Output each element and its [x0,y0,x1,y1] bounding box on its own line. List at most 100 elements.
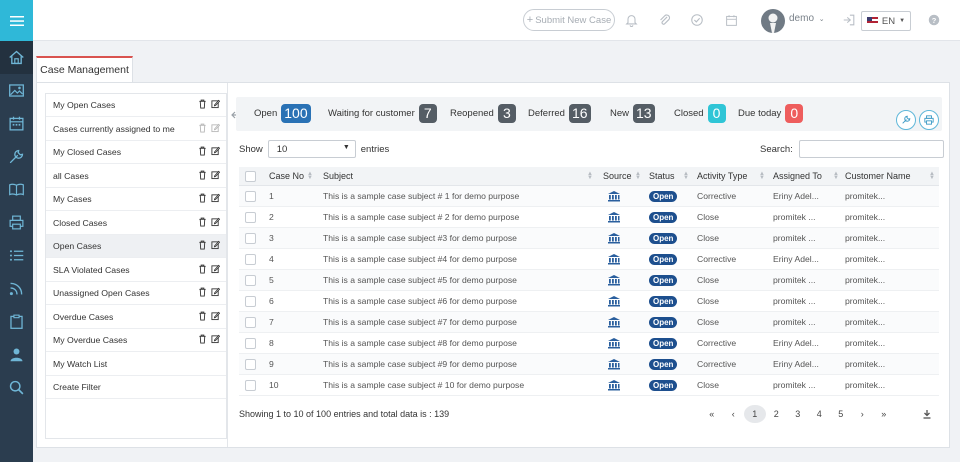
status-counter[interactable]: New 13 [610,103,655,123]
table-row[interactable]: 8 This is a sample case subject #8 for de… [239,333,939,354]
sort-icon[interactable]: ▲ ▼ [929,171,935,181]
table-row[interactable]: 5 This is a sample case subject #5 for de… [239,270,939,291]
attachments-button[interactable] [656,12,672,28]
page-button[interactable]: 3 [787,405,809,423]
filter-item[interactable]: Open Cases [46,235,226,258]
rail-rss-button[interactable] [0,272,33,305]
row-checkbox[interactable] [245,316,256,328]
print-button[interactable] [919,110,939,130]
sort-icon[interactable]: ▲ ▼ [307,171,313,181]
rail-print-button[interactable] [0,206,33,239]
row-checkbox[interactable] [245,211,256,223]
edit-icon[interactable] [211,123,220,133]
filter-item[interactable]: all Cases [46,165,226,188]
edit-icon[interactable] [211,240,220,250]
page-button[interactable]: 5 [830,405,852,423]
calendar-button[interactable] [723,12,739,28]
filter-item[interactable]: My Cases [46,188,226,211]
trash-icon[interactable] [198,193,207,203]
page-button[interactable]: 4 [809,405,831,423]
filter-item[interactable]: My Overdue Cases [46,329,226,352]
trash-icon[interactable] [198,240,207,250]
menu-toggle-button[interactable] [0,0,33,41]
column-header[interactable]: Subject [323,167,595,185]
rail-book-button[interactable] [0,173,33,206]
user-avatar[interactable] [761,9,785,33]
submit-new-case-button[interactable]: + Submit New Case [523,9,615,31]
column-header[interactable]: Activity Type [697,167,767,185]
table-row[interactable]: 2 This is a sample case subject # 2 for d… [239,207,939,228]
help-button[interactable]: ? [926,12,942,28]
column-header[interactable]: Assigned To [773,167,841,185]
language-select[interactable]: EN ▼ [861,11,911,31]
status-counter[interactable]: Waiting for customer 7 [328,103,437,123]
row-checkbox[interactable] [245,232,256,244]
user-menu[interactable]: demo ⌄ [789,13,825,24]
table-row[interactable]: 1 This is a sample case subject # 1 for d… [239,186,939,207]
table-row[interactable]: 3 This is a sample case subject #3 for de… [239,228,939,249]
settings-tool-button[interactable] [896,110,916,130]
edit-icon[interactable] [211,334,220,344]
tasks-button[interactable] [689,12,705,28]
status-counter[interactable]: Closed 0 [674,103,726,123]
edit-icon[interactable] [211,146,220,156]
table-row[interactable]: 6 This is a sample case subject #6 for de… [239,291,939,312]
edit-icon[interactable] [211,287,220,297]
sort-icon[interactable]: ▲ ▼ [587,171,593,181]
filter-item[interactable]: Create Filter [46,376,226,399]
status-counter[interactable]: Reopened 3 [450,103,516,123]
prev-page-button[interactable]: ‹ [723,405,745,423]
row-checkbox[interactable] [245,190,256,202]
column-header[interactable]: Customer Name [845,167,937,185]
sort-icon[interactable]: ▲ ▼ [635,171,641,181]
first-page-button[interactable]: « [701,405,723,423]
trash-icon[interactable] [198,217,207,227]
edit-icon[interactable] [211,217,220,227]
notifications-button[interactable] [623,12,639,28]
table-row[interactable]: 4 This is a sample case subject #4 for de… [239,249,939,270]
row-checkbox[interactable] [245,274,256,286]
tab-case-management[interactable]: Case Management [36,56,133,82]
filter-item[interactable]: Overdue Cases [46,306,226,329]
row-checkbox[interactable] [245,295,256,307]
rail-user-button[interactable] [0,338,33,371]
table-row[interactable]: 7 This is a sample case subject #7 for de… [239,312,939,333]
search-input[interactable] [798,140,944,158]
next-page-button[interactable]: › [852,405,874,423]
page-button[interactable]: 1 [744,405,766,423]
rail-wrench-button[interactable] [0,140,33,173]
trash-icon[interactable] [198,146,207,156]
select-all-checkbox[interactable] [245,170,256,182]
trash-icon[interactable] [198,334,207,344]
status-counter[interactable]: Open 100 [254,103,311,123]
filter-item[interactable]: Unassigned Open Cases [46,282,226,305]
rail-search-button[interactable] [0,371,33,404]
filter-item[interactable]: Closed Cases [46,212,226,235]
sort-icon[interactable]: ▲ ▼ [833,171,839,181]
edit-icon[interactable] [211,193,220,203]
trash-icon[interactable] [198,287,207,297]
status-counter[interactable]: Deferred 16 [528,103,591,123]
status-counter[interactable]: Due today 0 [738,103,804,123]
row-checkbox[interactable] [245,358,256,370]
rail-home-button[interactable] [0,41,33,74]
trash-icon[interactable] [198,99,207,109]
trash-icon[interactable] [198,170,207,180]
rail-list-button[interactable] [0,239,33,272]
download-icon[interactable] [922,409,932,419]
table-row[interactable]: 9 This is a sample case subject #9 for de… [239,354,939,375]
filter-item[interactable]: My Watch List [46,353,226,376]
edit-icon[interactable] [211,170,220,180]
filter-item[interactable]: My Closed Cases [46,141,226,164]
rail-clipboard-button[interactable] [0,305,33,338]
table-row[interactable]: 10 This is a sample case subject # 10 for… [239,375,939,396]
rail-calendar-button[interactable] [0,107,33,140]
filter-item[interactable]: Cases currently assigned to me [46,118,226,141]
sort-icon[interactable]: ▲ ▼ [759,171,765,181]
row-checkbox[interactable] [245,379,256,391]
trash-icon[interactable] [198,264,207,274]
page-size-select[interactable]: 10 ▼ [267,140,356,158]
trash-icon[interactable] [198,123,207,133]
filter-item[interactable]: My Open Cases [46,94,226,117]
edit-icon[interactable] [211,264,220,274]
